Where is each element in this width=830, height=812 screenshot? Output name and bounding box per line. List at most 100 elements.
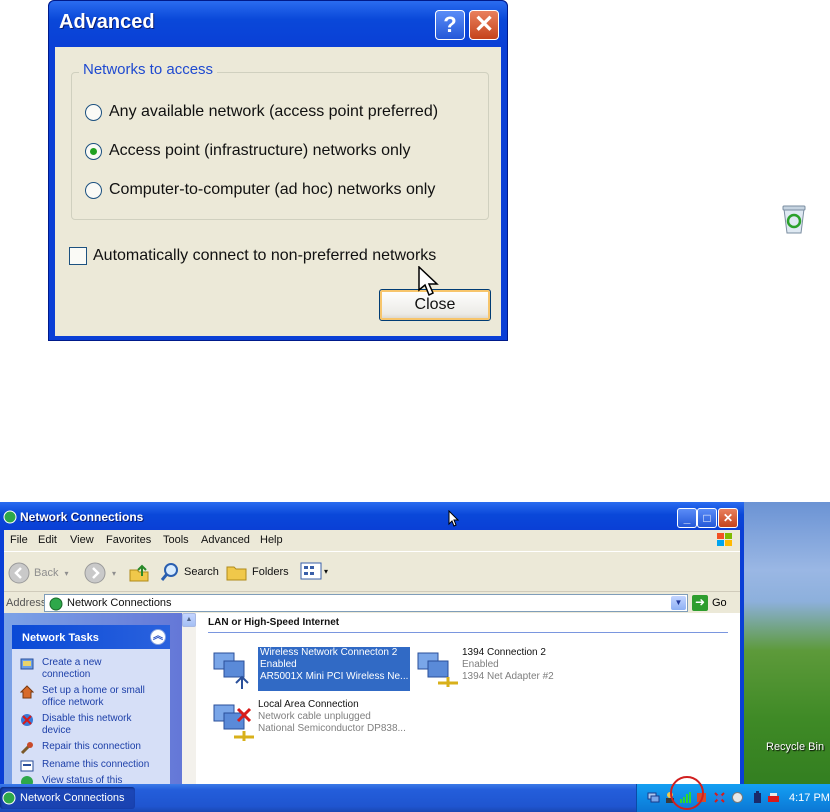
radio-button-selected[interactable]: [85, 142, 102, 160]
disable-device-icon: [21, 714, 33, 726]
connection-name: Wireless Network Connecton 2: [260, 647, 398, 658]
taskbar: Network Connections 4:17 PM: [0, 784, 830, 812]
window-close-button[interactable]: ✕: [718, 508, 738, 528]
up-folder-button[interactable]: [128, 562, 150, 584]
network-connections-window: Network Connections _ □ ✕ File Edit View…: [0, 502, 744, 788]
lan-disconnected-icon: [213, 704, 254, 741]
network-tray-icon[interactable]: [647, 791, 660, 804]
connection-device: National Semiconductor DP838...: [258, 723, 406, 734]
address-label: Address: [6, 597, 47, 609]
task-label[interactable]: Rename this connection: [42, 759, 152, 771]
network-tasks-header[interactable]: Network Tasks ︽: [12, 625, 170, 649]
task-label[interactable]: Repair this connection: [42, 741, 152, 753]
dialog-title-bar[interactable]: Advanced ? ✕: [49, 1, 507, 47]
radio-button[interactable]: [85, 181, 102, 199]
connection-local-area[interactable]: Local Area Connection Network cable unpl…: [210, 699, 406, 743]
forward-button[interactable]: ▾: [84, 562, 116, 584]
radio-button[interactable]: [85, 103, 102, 121]
auto-connect-checkbox-row[interactable]: Automatically connect to non-preferred n…: [69, 245, 436, 267]
security-tray-icon[interactable]: [713, 791, 726, 804]
views-button[interactable]: ▾: [300, 562, 328, 580]
scroll-up-icon[interactable]: ▲: [182, 613, 196, 627]
forward-dropdown-icon[interactable]: ▾: [112, 569, 116, 578]
recycle-bin-label: Recycle Bin: [766, 741, 825, 753]
auto-connect-label: Automatically connect to non-preferred n…: [93, 247, 437, 264]
connection-name: Local Area Connection: [258, 699, 359, 710]
address-bar: Address Network Connections ▼ ➜ Go: [4, 591, 740, 613]
task-repair-connection[interactable]: Repair this connection: [20, 741, 152, 755]
connection-device: AR5001X Mini PCI Wireless Ne...: [260, 671, 409, 682]
back-button[interactable]: Back ▾: [8, 562, 68, 584]
safely-remove-hardware-tray-icon[interactable]: [767, 791, 780, 804]
task-home-network[interactable]: Set up a home or small office network: [20, 685, 152, 709]
task-create-connection[interactable]: Create a new connection: [20, 657, 152, 681]
menu-favorites[interactable]: Favorites: [106, 534, 151, 546]
auto-connect-checkbox[interactable]: [69, 247, 87, 265]
connection-wireless[interactable]: Wireless Network Connecton 2 Enabled AR5…: [210, 647, 411, 691]
home-network-icon: [20, 685, 34, 699]
connection-device: 1394 Net Adapter #2: [462, 671, 554, 682]
recycle-bin-icon[interactable]: [780, 203, 808, 235]
menu-help[interactable]: Help: [260, 534, 283, 546]
address-dropdown-icon[interactable]: ▼: [671, 596, 686, 610]
network-connections-icon: [2, 791, 16, 805]
menu-tools[interactable]: Tools: [163, 534, 189, 546]
windows-logo-icon: [717, 533, 732, 546]
address-value: Network Connections: [67, 597, 172, 609]
window-title-bar[interactable]: Network Connections _ □ ✕: [0, 502, 744, 530]
search-icon: [160, 563, 178, 581]
folders-icon: [226, 566, 247, 581]
radio-label: Access point (infrastructure) networks o…: [109, 142, 411, 159]
menu-view[interactable]: View: [70, 534, 94, 546]
back-dropdown-icon[interactable]: ▾: [64, 569, 68, 578]
connection-1394[interactable]: 1394 Connection 2 Enabled 1394 Net Adapt…: [414, 647, 554, 691]
go-button[interactable]: ➜ Go: [692, 595, 727, 611]
go-label: Go: [712, 597, 727, 609]
mouse-pointer-icon: [448, 510, 460, 527]
task-label[interactable]: Create a new connection: [42, 657, 152, 681]
help-button[interactable]: ?: [435, 10, 465, 40]
task-label[interactable]: Disable this network device: [42, 713, 152, 737]
minimize-button[interactable]: _: [677, 508, 697, 528]
task-pane-scrollbar[interactable]: ▲: [182, 613, 196, 784]
back-arrow-icon: [8, 562, 30, 584]
connection-status: Enabled: [260, 659, 297, 670]
dialog-close-icon[interactable]: ✕: [469, 10, 499, 40]
menu-file[interactable]: File: [10, 534, 28, 546]
views-icon: [300, 562, 322, 580]
connection-name: 1394 Connection 2: [462, 647, 546, 658]
collapse-chevron-icon[interactable]: ︽: [150, 629, 166, 645]
search-button[interactable]: Search: [160, 562, 219, 582]
menu-advanced[interactable]: Advanced: [201, 534, 250, 546]
clock[interactable]: 4:17 PM: [789, 792, 830, 804]
network-tasks-panel: Network Tasks ︽ Create a new connection …: [12, 625, 170, 788]
highlight-circle: [670, 776, 704, 810]
back-label: Back: [34, 567, 59, 579]
volume-tray-icon[interactable]: [731, 791, 744, 804]
address-input[interactable]: Network Connections ▼: [44, 594, 688, 612]
menu-edit[interactable]: Edit: [38, 534, 57, 546]
folders-button[interactable]: Folders: [226, 562, 289, 582]
task-rename-connection[interactable]: Rename this connection: [20, 759, 152, 773]
mouse-cursor-icon: [418, 266, 439, 297]
connection-status: Enabled: [462, 659, 499, 670]
network-connections-icon: [3, 510, 17, 524]
network-connections-icon: [49, 597, 63, 611]
network-tasks-title: Network Tasks: [22, 632, 99, 644]
task-disable-device[interactable]: Disable this network device: [20, 713, 152, 737]
battery-tray-icon[interactable]: [751, 791, 764, 804]
taskbar-network-connections-button[interactable]: Network Connections: [0, 787, 135, 809]
maximize-button[interactable]: □: [697, 508, 717, 528]
radio-label: Any available network (access point pref…: [109, 103, 439, 120]
radio-adhoc-only[interactable]: Computer-to-computer (ad hoc) networks o…: [85, 179, 435, 201]
search-label: Search: [184, 566, 219, 578]
task-label[interactable]: Set up a home or small office network: [42, 685, 152, 709]
go-arrow-icon: ➜: [692, 595, 708, 611]
connection-label: 1394 Connection 2 Enabled 1394 Net Adapt…: [462, 647, 554, 691]
radio-access-point-only[interactable]: Access point (infrastructure) networks o…: [85, 140, 410, 162]
taskbar-button-label: Network Connections: [20, 792, 125, 804]
radio-any-network[interactable]: Any available network (access point pref…: [85, 101, 438, 123]
section-header: LAN or High-Speed Internet: [208, 617, 728, 633]
views-dropdown-icon[interactable]: ▾: [324, 567, 328, 576]
connection-label-selected: Wireless Network Connecton 2 Enabled AR5…: [258, 647, 411, 691]
